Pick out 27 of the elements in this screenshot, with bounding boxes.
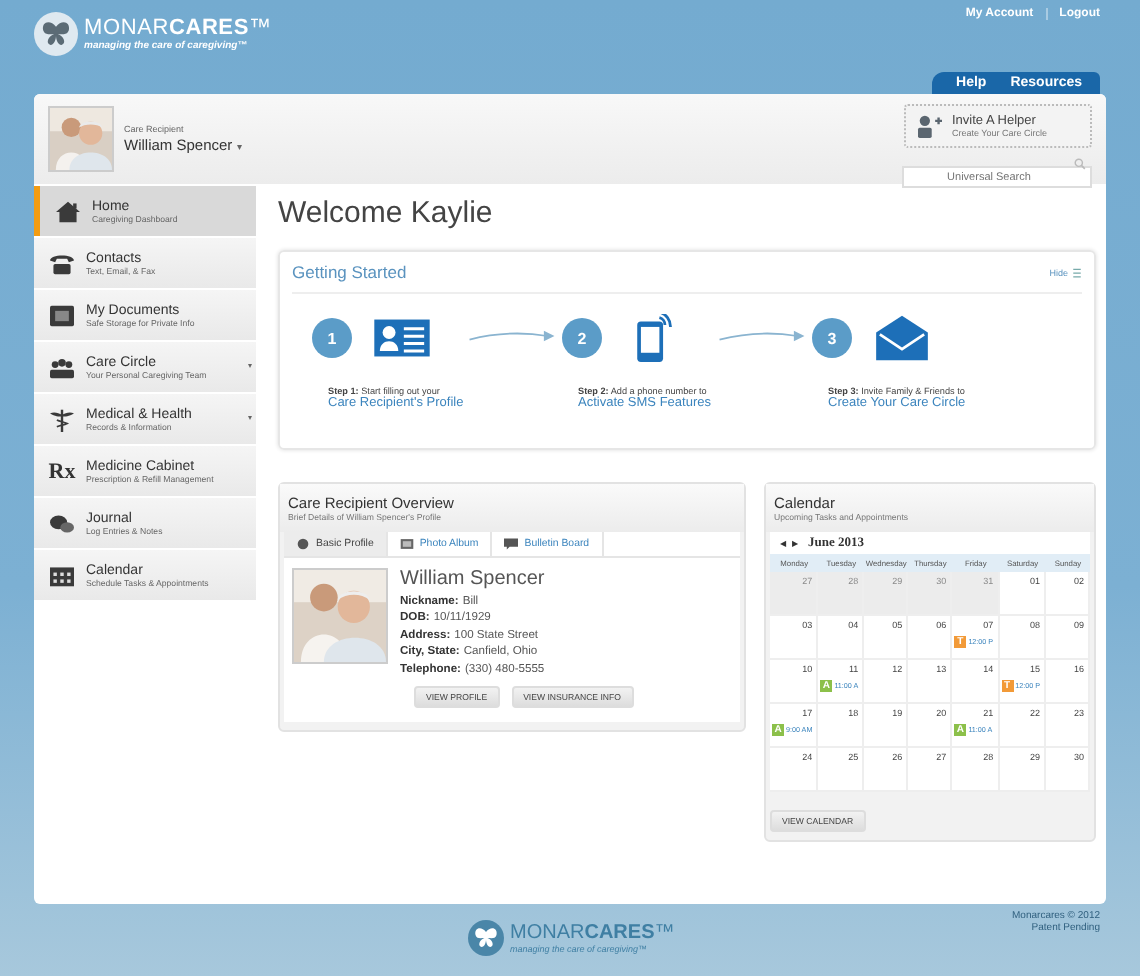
step-number: 1 — [312, 318, 352, 358]
arrow — [466, 326, 558, 346]
people-icon — [48, 355, 76, 379]
caduceus-icon — [48, 407, 76, 431]
collapse-icon[interactable] — [1072, 267, 1082, 277]
speech-bubble-icon — [504, 538, 519, 550]
photo-icon — [399, 538, 414, 550]
butterfly-logo-icon — [34, 12, 78, 56]
footer-wordmark: MONARCARES™ — [510, 922, 675, 944]
add-person-icon — [916, 113, 944, 137]
phone-icon — [48, 251, 76, 275]
panel-title: Getting Started — [292, 262, 407, 282]
info-icon — [296, 538, 310, 550]
envelope-icon — [874, 314, 930, 362]
butterfly-logo-icon — [468, 920, 504, 956]
search-icon — [1074, 158, 1086, 170]
calendar-icon — [48, 563, 76, 587]
step-number: 3 — [812, 318, 852, 358]
welcome-heading: Welcome Kaylie — [278, 196, 495, 230]
arrow — [716, 326, 808, 346]
id-card-icon — [374, 314, 430, 362]
logo-wordmark: MONARCARES™ — [84, 16, 272, 40]
safe-icon — [48, 303, 76, 327]
step-number: 2 — [562, 318, 602, 358]
recipient-name: William Spencer — [400, 568, 547, 590]
chat-icon — [48, 511, 76, 535]
house-icon — [54, 199, 82, 223]
